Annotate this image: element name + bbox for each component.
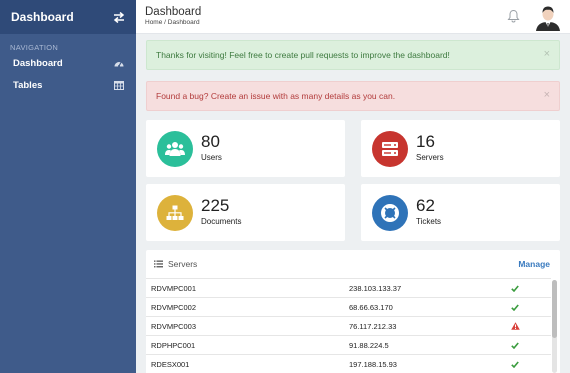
table-row[interactable]: RDESX001 197.188.15.93	[146, 354, 551, 373]
servers-panel-title: Servers	[168, 259, 198, 269]
check-icon	[510, 340, 520, 350]
breadcrumb[interactable]: Home / Dashboard	[145, 19, 200, 26]
dashboard-icon	[114, 58, 124, 68]
server-name: RDPHPC001	[151, 340, 196, 350]
top-header: Dashboard Home / Dashboard	[136, 0, 570, 34]
servers-panel: Servers Manage RDVMPC001 238.103.133.37 …	[146, 250, 560, 373]
manage-link[interactable]: Manage	[518, 259, 550, 269]
servers-table: RDVMPC001 238.103.133.37 RDVMPC002 68.66…	[146, 278, 551, 373]
sidebar-item-tables[interactable]: Tables	[0, 74, 136, 96]
lifebuoy-icon	[372, 195, 408, 231]
stat-value: 16	[416, 132, 435, 151]
warning-icon	[510, 321, 520, 331]
stat-value: 62	[416, 196, 435, 215]
stat-card-users: 80 Users	[146, 120, 345, 177]
server-name: RDESX001	[151, 359, 190, 369]
stat-value: 80	[201, 132, 220, 151]
server-name: RDVMPC003	[151, 321, 197, 331]
stat-label: Tickets	[416, 217, 442, 226]
sidebar: Dashboard NAVIGATION Dashboard Tables	[0, 0, 136, 373]
danger-alert: Found a bug? Create an issue with as man…	[146, 81, 560, 111]
stat-label: Users	[201, 153, 222, 162]
table-row[interactable]: RDVMPC003 76.117.212.33	[146, 316, 551, 335]
sidebar-header: Dashboard	[0, 0, 136, 34]
close-icon[interactable]: ×	[544, 90, 550, 101]
sidebar-item-label: Dashboard	[13, 57, 63, 69]
server-name: RDVMPC002	[151, 302, 197, 312]
table-icon	[114, 80, 124, 90]
stat-label: Servers	[416, 153, 444, 162]
page-title: Dashboard	[145, 6, 202, 18]
table-row[interactable]: RDVMPC002 68.66.63.170	[146, 297, 551, 316]
check-icon	[510, 359, 520, 369]
server-ip: 91.88.224.5	[349, 340, 389, 350]
server-ip: 238.103.133.37	[349, 283, 402, 293]
server-ip: 197.188.15.93	[349, 359, 397, 369]
check-icon	[510, 283, 520, 293]
check-icon	[510, 302, 520, 312]
avatar[interactable]	[534, 3, 562, 31]
sidebar-item-dashboard[interactable]: Dashboard	[0, 52, 136, 74]
server-icon	[372, 131, 408, 167]
close-icon[interactable]: ×	[544, 49, 550, 60]
sidebar-item-label: Tables	[13, 79, 43, 91]
scrollbar-thumb[interactable]	[552, 280, 557, 338]
danger-alert-text: Found a bug? Create an issue with as man…	[156, 91, 396, 101]
servers-panel-header: Servers Manage	[146, 250, 560, 278]
sidebar-toggle-icon[interactable]	[112, 11, 126, 23]
bell-icon[interactable]	[507, 9, 520, 23]
server-ip: 68.66.63.170	[349, 302, 393, 312]
list-icon	[154, 255, 163, 273]
table-scrollbar[interactable]	[552, 280, 557, 373]
users-icon	[157, 131, 193, 167]
stat-card-servers: 16 Servers	[361, 120, 560, 177]
nav-heading: NAVIGATION	[10, 43, 59, 52]
stat-card-tickets: 62 Tickets	[361, 184, 560, 241]
stat-label: Documents	[201, 217, 242, 226]
server-name: RDVMPC001	[151, 283, 197, 293]
success-alert: Thanks for visiting! Feel free to create…	[146, 40, 560, 70]
table-row[interactable]: RDVMPC001 238.103.133.37	[146, 278, 551, 297]
success-alert-text: Thanks for visiting! Feel free to create…	[156, 50, 450, 60]
servers-panel-title-wrap: Servers	[154, 255, 197, 273]
stat-card-documents: 225 Documents	[146, 184, 345, 241]
sitemap-icon	[157, 195, 193, 231]
stat-value: 225	[201, 196, 230, 215]
server-ip: 76.117.212.33	[349, 321, 397, 331]
brand-title[interactable]: Dashboard	[11, 10, 74, 24]
table-row[interactable]: RDPHPC001 91.88.224.5	[146, 335, 551, 354]
